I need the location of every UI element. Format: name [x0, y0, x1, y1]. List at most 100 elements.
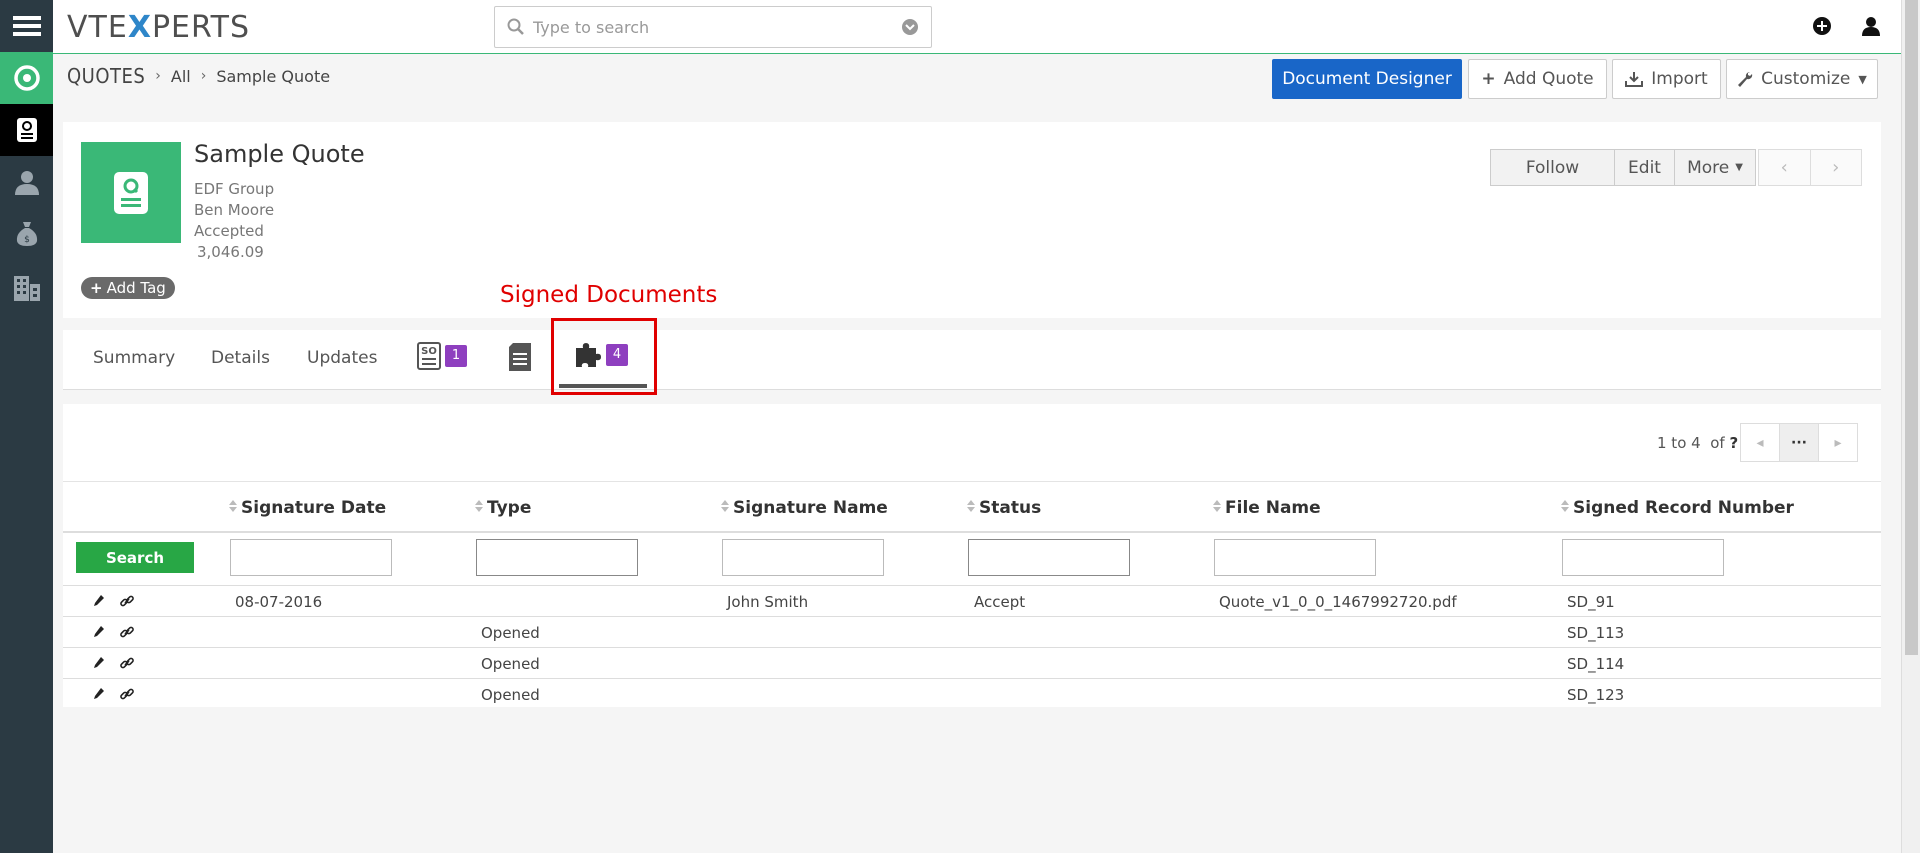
- add-tag-label: Add Tag: [106, 279, 166, 297]
- add-quote-button[interactable]: + Add Quote: [1468, 59, 1607, 99]
- cell-type: Opened: [481, 655, 540, 673]
- breadcrumb-all[interactable]: All: [171, 67, 191, 86]
- tab-updates[interactable]: Updates: [307, 348, 377, 368]
- column-header-status[interactable]: Status: [967, 498, 1041, 518]
- organizations-icon: [13, 276, 40, 301]
- menu-button[interactable]: [0, 0, 53, 52]
- sidebar-item-organizations[interactable]: [0, 262, 53, 314]
- column-header-signature-name[interactable]: Signature Name: [721, 498, 888, 518]
- link-icon[interactable]: [119, 655, 135, 675]
- sidebar-item-quotes[interactable]: [0, 104, 53, 156]
- edit-pencil-icon[interactable]: [93, 593, 105, 613]
- plus-icon: +: [90, 279, 103, 297]
- sort-icon: [229, 498, 237, 518]
- annotation-label: Signed Documents: [500, 282, 718, 308]
- link-icon[interactable]: [119, 593, 135, 613]
- record-title: Sample Quote: [194, 140, 365, 168]
- wrench-icon: [1738, 71, 1753, 87]
- import-button[interactable]: Import: [1612, 59, 1721, 99]
- list-pager: ◂ ··· ▸: [1740, 423, 1858, 462]
- more-dropdown[interactable]: More ▼: [1675, 150, 1755, 185]
- add-quote-label: Add Quote: [1503, 69, 1594, 89]
- more-label: More: [1687, 157, 1730, 178]
- filter-status[interactable]: [968, 539, 1130, 576]
- global-search[interactable]: [494, 6, 932, 48]
- page-scrollbar[interactable]: [1901, 0, 1920, 853]
- left-sidebar: $: [0, 0, 53, 853]
- column-label: Signature Date: [241, 498, 387, 518]
- column-label: Signature Name: [733, 498, 888, 518]
- import-label: Import: [1651, 69, 1708, 89]
- document-designer-label: Document Designer: [1282, 69, 1452, 89]
- link-icon[interactable]: [119, 624, 135, 644]
- cell-status: Accept: [974, 593, 1026, 611]
- record-total: 3,046.09: [197, 243, 264, 261]
- sort-icon: [967, 498, 975, 518]
- add-tag-button[interactable]: + Add Tag: [81, 277, 175, 299]
- search-icon: [507, 18, 524, 35]
- record-contact[interactable]: Ben Moore: [194, 201, 274, 219]
- breadcrumb-separator-icon: ›: [155, 68, 161, 84]
- next-page-icon[interactable]: ▸: [1819, 424, 1857, 461]
- cell-signed-record-number: SD_113: [1567, 624, 1625, 642]
- edit-pencil-icon[interactable]: [93, 686, 105, 706]
- breadcrumb-module[interactable]: QUOTES: [67, 64, 145, 88]
- table-row[interactable]: Opened SD_113: [63, 616, 1881, 647]
- column-header-signed-record-number[interactable]: Signed Record Number: [1561, 498, 1794, 518]
- breadcrumb: QUOTES › All › Sample Quote: [67, 64, 330, 88]
- paging-info: 1 to 4 of ?: [1657, 434, 1738, 452]
- filter-signature-date[interactable]: [230, 539, 392, 576]
- sales-orders-count-badge: 1: [445, 345, 467, 367]
- sidebar-item-contacts[interactable]: [0, 156, 53, 208]
- edit-button[interactable]: Edit: [1615, 150, 1675, 185]
- cell-type: Opened: [481, 686, 540, 704]
- list-search-button[interactable]: Search: [76, 542, 194, 573]
- table-row[interactable]: 08-07-2016 John Smith Accept Quote_v1_0_…: [63, 585, 1881, 616]
- paging-total[interactable]: ?: [1729, 434, 1738, 452]
- filter-file-name[interactable]: [1214, 539, 1376, 576]
- previous-page-icon[interactable]: ◂: [1741, 424, 1779, 461]
- svg-text:$: $: [24, 235, 30, 245]
- cell-signed-record-number: SD_123: [1567, 686, 1625, 704]
- column-header-signature-date[interactable]: Signature Date: [229, 498, 386, 518]
- filter-type[interactable]: [476, 539, 638, 576]
- column-header-file-name[interactable]: File Name: [1213, 498, 1321, 518]
- table-row[interactable]: Opened SD_114: [63, 647, 1881, 678]
- hamburger-menu-icon: [12, 16, 41, 36]
- table-row[interactable]: Opened SD_123: [63, 678, 1881, 709]
- follow-button[interactable]: Follow: [1491, 150, 1615, 185]
- tab-documents[interactable]: [508, 342, 532, 372]
- column-label: Signed Record Number: [1573, 498, 1794, 518]
- scrollbar-thumb[interactable]: [1905, 0, 1918, 655]
- user-menu-icon[interactable]: [1861, 16, 1881, 36]
- vtexperts-logo[interactable]: VTEXPERTS: [67, 10, 250, 45]
- tab-details[interactable]: Details: [211, 348, 270, 368]
- page-jump-button[interactable]: ···: [1779, 424, 1819, 461]
- sidebar-item-home[interactable]: [0, 52, 53, 104]
- next-record-button[interactable]: ›: [1811, 150, 1862, 185]
- sort-icon: [721, 498, 729, 518]
- edit-pencil-icon[interactable]: [93, 624, 105, 644]
- column-header-type[interactable]: Type: [475, 498, 531, 518]
- search-input[interactable]: [531, 15, 891, 39]
- annotation-highlight-box: [551, 318, 657, 395]
- breadcrumb-record: Sample Quote: [216, 66, 331, 86]
- record-organization[interactable]: EDF Group: [194, 180, 274, 198]
- filter-signed-record-number[interactable]: [1562, 539, 1724, 576]
- chevron-down-circle-icon[interactable]: [901, 18, 919, 36]
- tab-summary[interactable]: Summary: [93, 348, 175, 368]
- cell-signed-record-number: SD_114: [1567, 655, 1625, 673]
- edit-pencil-icon[interactable]: [93, 655, 105, 675]
- top-header: VTEXPERTS: [53, 0, 1901, 54]
- breadcrumb-separator-icon: ›: [200, 68, 207, 84]
- quick-create-icon[interactable]: [1812, 16, 1832, 36]
- link-icon[interactable]: [119, 686, 135, 706]
- cell-file-name[interactable]: Quote_v1_0_0_1467992720.pdf: [1219, 593, 1457, 611]
- filter-signature-name[interactable]: [722, 539, 884, 576]
- document-designer-button[interactable]: Document Designer: [1272, 59, 1462, 99]
- customize-dropdown[interactable]: Customize ▼: [1726, 59, 1878, 99]
- tab-sales-orders[interactable]: SO 1: [417, 342, 467, 370]
- previous-record-button[interactable]: ‹: [1759, 150, 1811, 185]
- paging-of: of: [1710, 434, 1725, 452]
- sidebar-item-potentials[interactable]: $: [0, 208, 53, 260]
